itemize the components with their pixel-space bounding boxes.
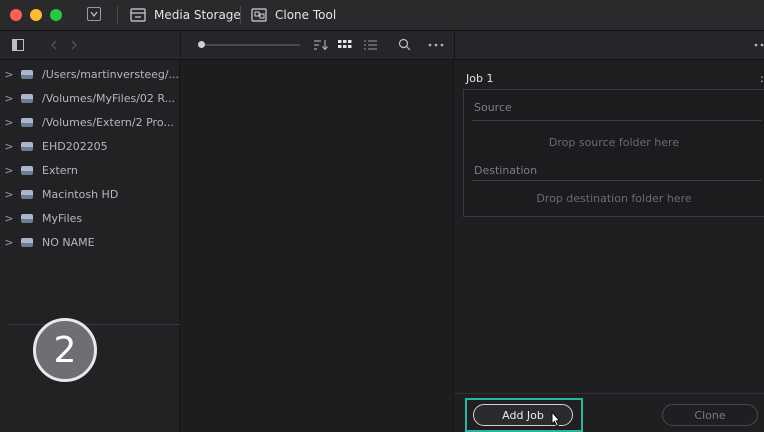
storage-item-label: EHD202205 [42,139,108,153]
storage-item[interactable]: > Extern [0,158,180,182]
job-title: Job 1 [466,72,494,85]
sort-icon[interactable] [313,39,329,51]
chevron-right-icon[interactable]: > [0,164,18,177]
drive-icon [21,189,33,199]
divider [454,393,764,394]
storage-item[interactable]: > NO NAME [0,230,180,254]
storage-item-label: /Volumes/MyFiles/02 R... [42,91,176,105]
drive-icon [21,117,33,127]
destination-drop-zone[interactable]: Drop destination folder here [464,192,764,205]
drive-icon [130,8,146,22]
sidebar-toggle-icon[interactable] [12,39,24,51]
tab-media-storage[interactable]: Media Storage [130,0,241,30]
toolbar [0,31,764,60]
minimize-window-button[interactable] [30,9,42,21]
tab-clone-tool-label: Clone Tool [275,8,337,22]
drive-icon [21,69,33,79]
tab-media-storage-label: Media Storage [154,8,241,22]
chevron-right-icon[interactable]: > [0,212,18,225]
job-card: Source Drop source folder here Destinati… [463,89,764,217]
storage-sidebar: > /Users/martinversteeg/... > /Volumes/MyF… [0,60,180,432]
storage-item[interactable]: > /Users/martinversteeg/... [0,62,180,86]
zoom-slider-handle[interactable] [198,41,205,48]
forward-icon[interactable] [70,40,78,50]
chevron-right-icon[interactable]: > [0,188,18,201]
tab-clone-tool[interactable]: Clone Tool [251,0,336,30]
storage-item[interactable]: > EHD202205 [0,134,180,158]
storage-item-label: Extern [42,163,78,177]
chevron-right-icon[interactable]: > [0,68,18,81]
more-options-icon[interactable] [428,43,444,47]
chevron-right-icon[interactable]: > [0,116,18,129]
storage-item-label: NO NAME [42,235,95,249]
drive-icon [21,213,33,223]
storage-item[interactable]: > /Volumes/Extern/2 Pro... [0,110,180,134]
storage-item-label: Macintosh HD [42,187,119,201]
cursor-icon [551,411,561,427]
storage-item[interactable]: > MyFiles [0,206,180,230]
storage-item-label: /Users/martinversteeg/... [42,67,180,81]
step-badge: 2 [33,318,97,382]
chevron-right-icon[interactable]: > [0,236,18,249]
search-icon[interactable] [398,38,411,51]
zoom-window-button[interactable] [50,9,62,21]
chevron-right-icon[interactable]: > [0,140,18,153]
divider [8,324,180,325]
divider [472,120,762,121]
drive-icon [21,93,33,103]
title-bar: Media Storage Clone Tool [0,0,764,31]
back-icon[interactable] [50,40,58,50]
expand-icon[interactable] [87,7,101,21]
drive-icon [21,141,33,151]
storage-item-label: MyFiles [42,211,83,225]
divider [472,180,762,181]
zoom-slider[interactable] [198,41,300,48]
storage-item-label: /Volumes/Extern/2 Pro... [42,115,174,129]
clone-button[interactable]: Clone [662,404,758,426]
clone-icon [251,8,267,22]
source-drop-zone[interactable]: Drop source folder here [464,136,764,149]
close-window-button[interactable] [10,9,22,21]
source-label: Source [474,101,512,114]
storage-item[interactable]: > /Volumes/MyFiles/02 R... [0,86,180,110]
drive-icon [21,165,33,175]
list-view-icon[interactable] [364,39,377,51]
file-browser[interactable] [180,60,454,432]
chevron-right-icon[interactable]: > [0,92,18,105]
destination-label: Destination [474,164,538,177]
drive-icon [21,237,33,247]
right-panel-more-icon[interactable] [754,43,764,47]
job-menu-icon[interactable]: : [760,72,764,85]
storage-item[interactable]: > Macintosh HD [0,182,180,206]
grid-view-icon[interactable] [338,39,352,51]
